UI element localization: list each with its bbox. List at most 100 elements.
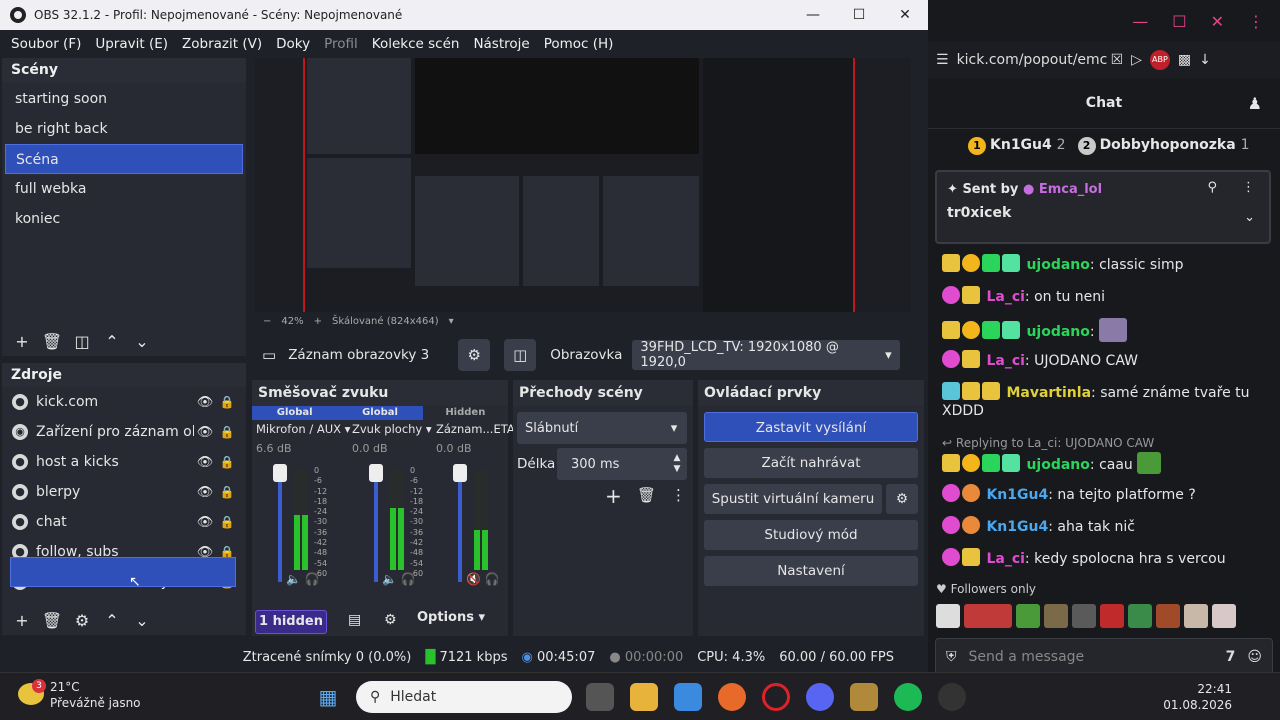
add-source-icon[interactable]: + (10, 611, 34, 630)
virtual-camera-settings-icon[interactable]: ⚙ (886, 484, 918, 514)
lock-icon[interactable]: 🔒 (216, 515, 238, 529)
leaderboard-entry[interactable]: 2 Dobbyhoponozka 1 (1077, 136, 1249, 155)
speaker-icon[interactable]: 🔈 (382, 572, 397, 586)
menu-tools[interactable]: Nástroje (466, 36, 536, 52)
zoom-in-icon[interactable]: + (314, 316, 322, 327)
source-item[interactable]: ● host a kicks 👁 🔒 (2, 447, 246, 477)
menu-docks[interactable]: Doky (269, 36, 317, 52)
file-explorer-icon[interactable] (630, 683, 658, 711)
mixer-tab-global[interactable]: Global (337, 406, 423, 420)
speaker-muted-icon[interactable]: 🔇 (466, 572, 481, 586)
more-options-icon[interactable]: ⋮ (671, 486, 686, 504)
chat-message[interactable]: ujodano: classic simp (942, 254, 1268, 274)
site-info-icon[interactable]: ☰ (936, 52, 949, 68)
volume-slider-handle[interactable] (273, 464, 287, 482)
emote-icon[interactable] (1184, 604, 1208, 628)
channel-name[interactable]: Zvuk plochy ▾ (352, 422, 442, 436)
url-text[interactable]: kick.com/popout/emc (957, 52, 1108, 68)
chat-message[interactable]: Kn1Gu4: na tejto platforme ? (942, 484, 1268, 504)
windows-start-icon[interactable]: ▦ (314, 683, 342, 711)
source-item[interactable]: ● chat 👁 🔒 (2, 507, 246, 537)
emote-icon[interactable] (936, 604, 960, 628)
menu-profile[interactable]: Profil (317, 36, 365, 52)
scene-item[interactable]: starting soon (5, 84, 243, 114)
lock-icon[interactable]: 🔒 (216, 485, 238, 499)
move-down-icon[interactable]: ⌄ (130, 611, 154, 630)
scaling-dropdown-icon[interactable]: ▾ (449, 316, 454, 327)
chat-username[interactable]: ujodano (1026, 257, 1089, 273)
chat-username[interactable]: Mavartinla (1006, 385, 1091, 401)
volume-slider-track[interactable] (374, 470, 378, 582)
maximize-button[interactable]: ☐ (1172, 12, 1186, 31)
store-icon[interactable] (674, 683, 702, 711)
system-clock[interactable]: 22:41 01.08.2026 (1163, 681, 1232, 713)
taskbar-search[interactable]: ⚲ Hledat (356, 681, 572, 713)
tracking-icon[interactable]: ☒ (1111, 52, 1124, 68)
discord-icon[interactable] (806, 683, 834, 711)
channel-name[interactable]: Mikrofon / AUX ▾ (256, 422, 350, 436)
more-menu-icon[interactable]: ⋮ (1248, 12, 1264, 31)
eye-icon[interactable]: 👁 (194, 455, 216, 470)
task-view-icon[interactable] (586, 683, 614, 711)
mixer-settings-icon[interactable]: ⚙ (384, 612, 397, 628)
start-recording-button[interactable]: Začít nahrávat (704, 448, 918, 478)
chat-message[interactable]: La_ci: on tu neni (942, 286, 1268, 306)
eye-icon[interactable]: 👁 (194, 395, 216, 410)
display-select[interactable]: 39FHD_LCD_TV: 1920x1080 @ 1920,0 ▾ (632, 340, 901, 370)
mixer-options-button[interactable]: Options ▾ (417, 610, 485, 625)
menu-view[interactable]: Zobrazit (V) (175, 36, 269, 52)
send-icon[interactable]: ▷ (1131, 52, 1142, 68)
stepper-arrows-icon[interactable]: ▲ ▼ (667, 453, 687, 475)
maximize-button[interactable]: ☐ (836, 7, 882, 23)
close-button[interactable]: ✕ (1211, 12, 1224, 31)
eye-icon[interactable]: 👁 (194, 425, 216, 440)
move-down-icon[interactable]: ⌄ (130, 332, 154, 351)
mixer-tab-hidden[interactable]: Hidden (422, 406, 508, 420)
users-icon[interactable]: ♟ (1248, 94, 1262, 113)
menu-edit[interactable]: Upravit (E) (88, 36, 175, 52)
chat-input[interactable]: ⛨ Send a message 7 ☺ (935, 638, 1273, 676)
reply-context[interactable]: ↩ Replying to La_ci: UJODANO CAW (942, 434, 1268, 452)
add-scene-icon[interactable]: + (10, 332, 34, 351)
emote-icon[interactable] (964, 604, 1012, 628)
close-button[interactable]: ✕ (882, 7, 928, 23)
7tv-icon[interactable]: 7 (1226, 649, 1236, 665)
chat-username[interactable]: La_ci (986, 353, 1024, 369)
volume-slider-track[interactable] (458, 470, 462, 582)
chat-username[interactable]: ujodano (1026, 324, 1089, 340)
chat-message[interactable]: Kn1Gu4: aha tak nič (942, 516, 1268, 536)
remove-scene-icon[interactable]: 🗑 (40, 332, 64, 351)
address-bar[interactable]: ☰ kick.com/popout/emc ☒ ▷ ABP ▩ ↓ (928, 42, 1280, 78)
scene-filters-icon[interactable]: ◫ (70, 332, 94, 351)
emote-icon[interactable] (1156, 604, 1180, 628)
shield-icon[interactable]: ⛨ (946, 649, 957, 665)
opera-icon[interactable] (762, 683, 790, 711)
filters-icon[interactable]: ◫ (504, 339, 537, 371)
menu-file[interactable]: Soubor (F) (4, 36, 88, 52)
gear-icon[interactable]: ⚙ (458, 339, 491, 371)
scene-item[interactable]: full webka (5, 174, 243, 204)
chat-message[interactable]: Mavartinla: samé známe tvaře tu XDDD (942, 382, 1268, 420)
eye-icon[interactable]: 👁 (194, 485, 216, 500)
start-virtual-camera-button[interactable]: Spustit virtuální kameru (704, 484, 882, 514)
adblock-icon[interactable]: ABP (1149, 50, 1170, 70)
mixer-layout-icon[interactable]: ▤ (348, 612, 361, 628)
eye-icon[interactable]: 👁 (194, 515, 216, 530)
source-item[interactable]: ● blerpy 👁 🔒 (2, 477, 246, 507)
scene-item-selected[interactable]: Scéna (5, 144, 243, 174)
volume-slider-track[interactable] (278, 470, 282, 582)
chat-username[interactable]: La_ci (986, 289, 1024, 305)
pin-icon[interactable]: ⚲ (1207, 180, 1217, 195)
scene-item[interactable]: be right back (5, 114, 243, 144)
emote-icon[interactable] (1100, 604, 1124, 628)
volume-slider-handle[interactable] (369, 464, 383, 482)
emoji-icon[interactable]: ☺ (1247, 649, 1262, 665)
chat-username[interactable]: La_ci (986, 551, 1024, 567)
chat-message[interactable]: La_ci: UJODANO CAW (942, 350, 1268, 370)
transition-select[interactable]: Slábnutí ▾ (517, 412, 687, 444)
settings-button[interactable]: Nastavení (704, 556, 918, 586)
duration-stepper[interactable]: 300 ms ▲ ▼ (557, 448, 687, 480)
volume-slider-handle[interactable] (453, 464, 467, 482)
preview-canvas[interactable] (255, 58, 911, 312)
minimize-button[interactable]: — (1132, 12, 1148, 31)
